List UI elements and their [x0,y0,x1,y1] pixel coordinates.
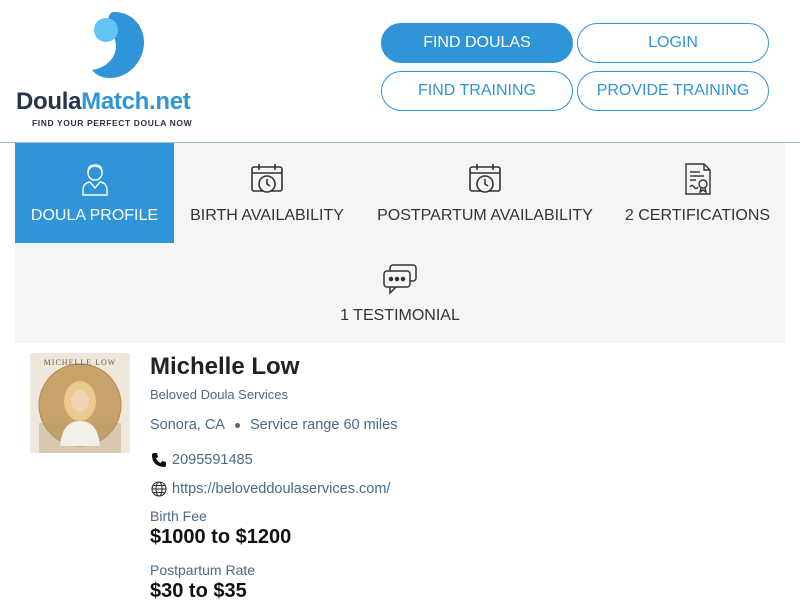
login-button[interactable]: LOGIN [577,23,769,63]
tab-postpartum-availability[interactable]: POSTPARTUM AVAILABILITY [360,143,610,243]
location-city: Sonora, CA [150,417,225,433]
tab-doula-profile[interactable]: DOULA PROFILE [15,143,174,243]
tab-label: DOULA PROFILE [30,207,159,224]
doula-location: Sonora, CA Service range 60 miles [150,417,397,433]
provide-training-button[interactable]: PROVIDE TRAINING [577,71,769,111]
tab-label: POSTPARTUM AVAILABILITY [377,207,593,224]
phone-row[interactable]: 2095591485 [150,451,253,469]
calendar-clock-icon [468,161,502,197]
site-logo[interactable]: DoulaMatch.net FIND YOUR PERFECT DOULA N… [16,12,226,132]
tab-birth-availability[interactable]: BIRTH AVAILABILITY [174,143,360,243]
website-link: https://beloveddoulaservices.com/ [172,481,391,497]
logo-wordmark: DoulaMatch.net [16,88,191,115]
globe-icon [150,480,168,498]
tab-label: 2 CERTIFICATIONS [624,207,771,224]
doula-agency[interactable]: Beloved Doula Services [150,387,288,402]
doula-name: Michelle Low [150,353,300,380]
tab-label: 1 TESTIMONIAL [340,307,460,324]
avatar-monogram-text: MICHELLE LOW [44,358,117,367]
find-doulas-button[interactable]: FIND DOULAS [381,23,573,63]
tab-testimonial[interactable]: 1 TESTIMONIAL [305,243,495,343]
logo-drop-icon [92,12,144,78]
certificate-icon [684,161,712,197]
service-range: Service range 60 miles [249,417,398,433]
separator-dot [234,422,240,428]
birth-fee-value: $1000 to $1200 [150,526,292,548]
avatar: MICHELLE LOW [30,353,130,453]
calendar-clock-icon [250,161,284,197]
postpartum-rate-label: Postpartum Rate [150,562,256,578]
phone-number: 2095591485 [172,452,253,468]
chat-bubbles-icon [382,261,418,297]
site-header: DoulaMatch.net FIND YOUR PERFECT DOULA N… [0,0,800,143]
phone-icon [150,451,168,469]
website-row[interactable]: https://beloveddoulaservices.com/ [150,480,390,498]
profile-tabs: DOULA PROFILE BIRTH AVAILABILITY POSTPAR [15,143,785,343]
tab-label: BIRTH AVAILABILITY [190,207,344,224]
tab-certifications[interactable]: 2 CERTIFICATIONS [610,143,785,243]
birth-fee-label: Birth Fee [150,508,207,524]
doula-profile-card: MICHELLE LOW Michelle Low Beloved Doula … [30,353,770,602]
find-training-button[interactable]: FIND TRAINING [381,71,573,111]
doula-person-icon [80,161,110,197]
logo-tagline: FIND YOUR PERFECT DOULA NOW [32,118,193,128]
